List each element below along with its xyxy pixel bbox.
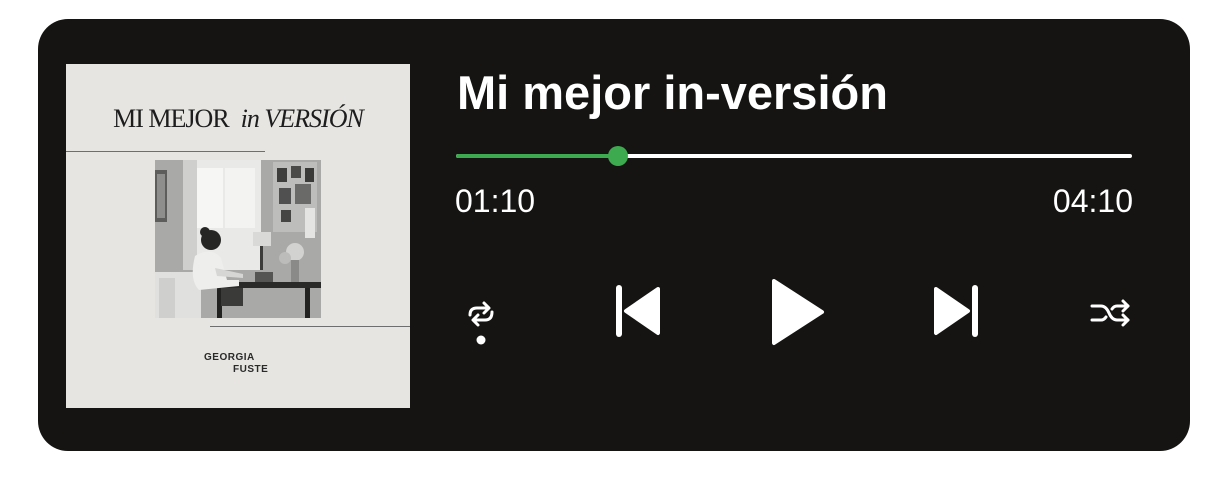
progress-thumb[interactable] — [608, 146, 629, 166]
shuffle-icon — [1088, 293, 1134, 333]
skip-next-icon — [928, 281, 984, 341]
music-player-card: MI MEJOR in VERSIÓN GEORGIA FUSTE Mi mej… — [38, 19, 1190, 451]
album-cover: MI MEJOR in VERSIÓN GEORGIA FUSTE — [66, 64, 410, 408]
play-button[interactable] — [764, 275, 830, 349]
skip-previous-icon — [610, 281, 666, 341]
artist-line2: FUSTE — [233, 364, 269, 375]
repeat-active-dot — [476, 335, 486, 345]
album-cover-title: MI MEJOR in VERSIÓN — [66, 104, 410, 134]
album-artist: GEORGIA FUSTE — [204, 352, 268, 376]
album-title-part2: in VERSIÓN — [240, 104, 364, 133]
cover-photo — [155, 160, 321, 318]
elapsed-time: 01:10 — [455, 183, 536, 219]
artist-line1: GEORGIA — [204, 352, 255, 363]
album-title-part1: MI MEJOR — [113, 104, 230, 133]
progress-bar[interactable] — [456, 145, 1132, 167]
total-duration: 04:10 — [1052, 183, 1133, 219]
progress-fill — [456, 154, 619, 158]
cover-divider-top — [66, 151, 265, 152]
cover-divider-bottom — [210, 326, 410, 327]
track-title: Mi mejor in-versión — [457, 66, 888, 119]
previous-track-button[interactable] — [610, 281, 666, 341]
play-icon — [764, 275, 830, 349]
next-track-button[interactable] — [928, 281, 984, 341]
shuffle-button[interactable] — [1088, 293, 1134, 333]
repeat-icon — [461, 291, 501, 351]
repeat-button[interactable] — [456, 291, 506, 351]
